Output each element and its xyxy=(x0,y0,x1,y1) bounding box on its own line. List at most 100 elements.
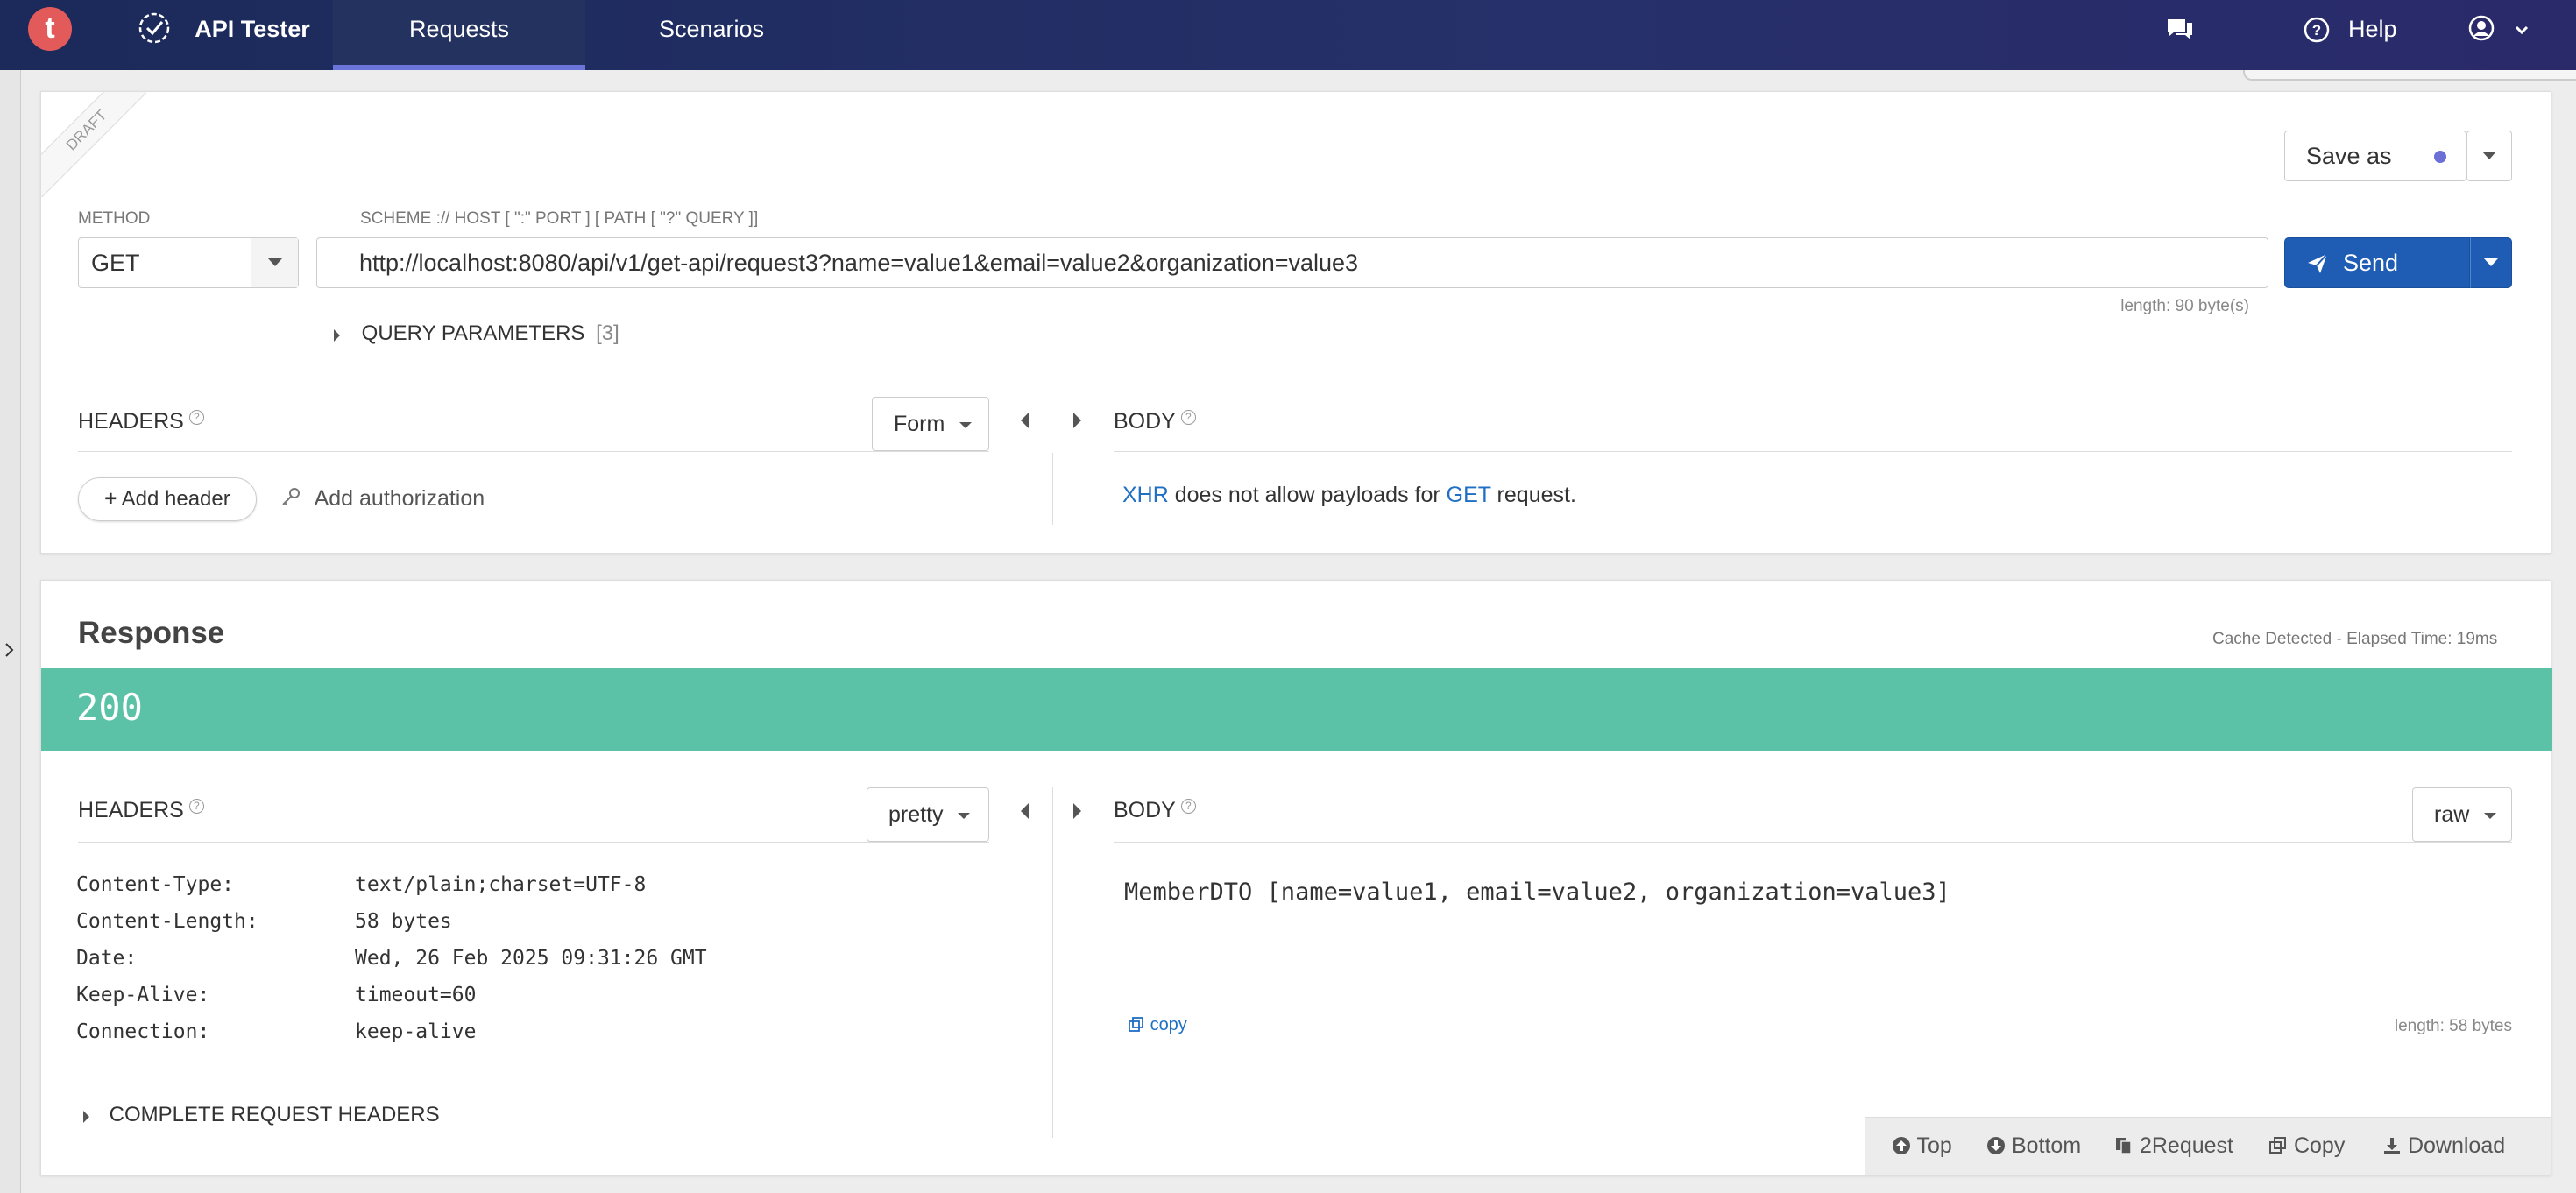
caret-down-icon xyxy=(2484,258,2498,267)
save-as-label: Save as xyxy=(2306,143,2392,169)
tab-scenarios[interactable]: Scenarios xyxy=(585,0,838,70)
unsaved-dot xyxy=(2434,151,2446,163)
help-icon[interactable]: ? xyxy=(188,409,204,425)
header-row: Content-Length: 58 bytes xyxy=(76,910,452,933)
response-headers-mode-select[interactable]: pretty xyxy=(867,787,989,842)
expand-icon xyxy=(83,1111,89,1123)
help-button[interactable]: ? Help xyxy=(2303,0,2399,70)
chat-icon xyxy=(2168,19,2192,39)
divider xyxy=(1114,451,2512,452)
to-request-label: 2Request xyxy=(2139,1133,2233,1158)
url-value: http://localhost:8080/api/v1/get-api/req… xyxy=(359,250,1359,276)
tab-requests[interactable]: Requests xyxy=(333,0,585,70)
response-headers-title-text: HEADERS xyxy=(78,798,184,822)
save-as-button[interactable]: Save as xyxy=(2284,131,2466,181)
save-as-dropdown[interactable] xyxy=(2466,131,2512,181)
response-headers-title: HEADERS? xyxy=(78,798,204,823)
divider xyxy=(1114,842,2512,843)
header-value: Wed, 26 Feb 2025 09:31:26 GMT xyxy=(355,947,707,970)
copy-icon xyxy=(2269,1137,2286,1154)
method-select[interactable]: GET xyxy=(78,237,299,288)
caret-down-icon xyxy=(959,421,973,428)
download-button[interactable]: Download xyxy=(2382,1133,2505,1159)
response-body-title: BODY? xyxy=(1114,798,1196,823)
request-headers-title: HEADERS? xyxy=(78,409,204,434)
url-hint: SCHEME :// HOST [ ":" PORT ] [ PATH [ "?… xyxy=(360,209,759,228)
chat-button[interactable] xyxy=(2164,0,2203,70)
response-meta: Cache Detected - Elapsed Time: 19ms xyxy=(2212,630,2498,648)
method-label: METHOD xyxy=(78,209,151,228)
draft-ribbon: DRAFT xyxy=(41,92,146,197)
headers-mode-select[interactable]: Form xyxy=(872,397,989,451)
header-value: 58 bytes xyxy=(355,910,452,933)
caret-down-icon xyxy=(958,812,971,819)
add-header-label: Add header xyxy=(121,487,230,511)
app-logo[interactable]: t xyxy=(28,7,72,51)
arrow-down-circle-icon xyxy=(1987,1137,2005,1154)
method-value: GET xyxy=(91,250,140,276)
left-collapse-strip[interactable] xyxy=(0,70,21,1193)
complete-request-headers-label: COMPLETE REQUEST HEADERS xyxy=(109,1103,440,1126)
top-navigation-bar: t API Tester Requests Scenarios ? Help xyxy=(0,0,2576,70)
query-parameters-toggle[interactable]: QUERY PARAMETERS [3] xyxy=(334,321,619,346)
method-dropdown-toggle[interactable] xyxy=(251,238,298,287)
help-icon[interactable]: ? xyxy=(1180,409,1196,425)
copy-body-label: copy xyxy=(1150,1015,1187,1034)
expand-right-icon[interactable] xyxy=(1073,803,1081,819)
chevron-down-icon xyxy=(2515,25,2529,35)
complete-request-headers-toggle[interactable]: COMPLETE REQUEST HEADERS xyxy=(83,1103,440,1127)
expand-right-icon[interactable] xyxy=(1073,413,1081,428)
divider xyxy=(78,451,989,452)
header-key: Keep-Alive: xyxy=(76,984,210,1006)
status-bar: 200 xyxy=(41,668,2552,751)
get-link[interactable]: GET xyxy=(1447,483,1491,507)
arrow-up-circle-icon xyxy=(1893,1137,1910,1154)
download-icon xyxy=(2384,1138,2400,1154)
user-icon xyxy=(2468,15,2495,41)
expand-icon xyxy=(334,329,340,342)
notification-tab xyxy=(2243,70,2576,81)
response-body-title-text: BODY xyxy=(1114,798,1176,822)
header-key: Content-Type: xyxy=(76,873,235,896)
scroll-bottom-button[interactable]: Bottom xyxy=(1986,1133,2081,1159)
header-value: text/plain;charset=UTF-8 xyxy=(355,873,647,896)
body-message-text: does not allow payloads for xyxy=(1168,483,1447,507)
help-icon: ? xyxy=(2304,17,2330,43)
response-body-mode-value: raw xyxy=(2434,802,2470,827)
app-title[interactable]: API Tester xyxy=(131,0,333,70)
chevron-right-icon[interactable] xyxy=(4,641,16,659)
response-body-mode-select[interactable]: raw xyxy=(2412,787,2512,842)
response-length: length: 58 bytes xyxy=(2394,1017,2512,1035)
help-icon[interactable]: ? xyxy=(1180,798,1196,814)
caret-down-icon xyxy=(2484,812,2497,819)
header-key: Date: xyxy=(76,947,138,970)
header-row: Keep-Alive: timeout=60 xyxy=(76,984,476,1006)
response-body-text[interactable]: MemberDTO [name=value1, email=value2, or… xyxy=(1124,879,1950,906)
scroll-top-button[interactable]: Top xyxy=(1892,1133,1952,1159)
xhr-link[interactable]: XHR xyxy=(1122,483,1169,507)
send-dropdown[interactable] xyxy=(2470,237,2512,288)
collapse-left-icon[interactable] xyxy=(1021,803,1029,819)
url-input[interactable]: http://localhost:8080/api/v1/get-api/req… xyxy=(316,237,2268,288)
copy-body-button[interactable]: copy xyxy=(1128,1015,1187,1035)
divider xyxy=(1052,453,1053,525)
header-key: Connection: xyxy=(76,1020,210,1043)
add-header-button[interactable]: + Add header xyxy=(78,477,257,521)
collapse-left-icon[interactable] xyxy=(1021,413,1029,428)
download-label: Download xyxy=(2407,1133,2506,1158)
request-headers-title-text: HEADERS xyxy=(78,409,184,434)
header-key: Content-Length: xyxy=(76,910,258,933)
caret-down-icon xyxy=(267,258,282,267)
send-button[interactable]: Send xyxy=(2284,237,2470,288)
response-title: Response xyxy=(78,616,225,650)
help-icon[interactable]: ? xyxy=(188,798,204,814)
request-body-title-text: BODY xyxy=(1114,409,1176,434)
request-body-title: BODY? xyxy=(1114,409,1196,434)
svg-text:?: ? xyxy=(2312,22,2321,39)
add-authorization-button[interactable]: Add authorization xyxy=(280,486,485,512)
copy-button[interactable]: Copy xyxy=(2268,1133,2345,1159)
user-menu[interactable] xyxy=(2467,0,2537,70)
request-length: length: 90 byte(s) xyxy=(2120,297,2249,315)
copy-label: Copy xyxy=(2293,1133,2346,1158)
to-request-button[interactable]: 2Request xyxy=(2114,1133,2233,1159)
